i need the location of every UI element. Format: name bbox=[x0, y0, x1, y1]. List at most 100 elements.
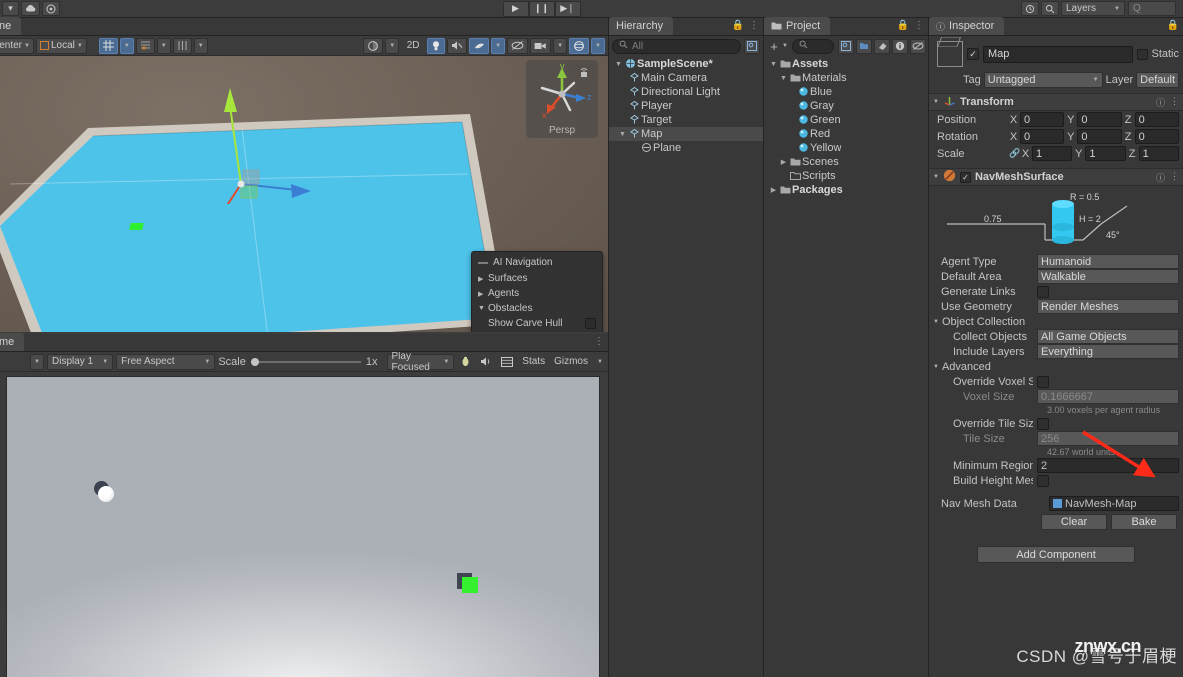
overlay-row-agents[interactable]: ▶ Agents bbox=[472, 286, 602, 301]
drag-handle-icon[interactable] bbox=[478, 261, 488, 264]
project-item-yellow[interactable]: Yellow bbox=[764, 141, 928, 155]
frame-debugger-icon[interactable] bbox=[498, 354, 516, 370]
layout-dropdown[interactable]: Q bbox=[1128, 1, 1176, 16]
clear-button[interactable]: Clear bbox=[1041, 514, 1107, 530]
overlay-row-carve-hull[interactable]: Show Carve Hull bbox=[472, 316, 602, 331]
hierarchy-item-map[interactable]: ▼ Map bbox=[609, 127, 763, 141]
position-z-input[interactable]: 0 bbox=[1134, 112, 1179, 127]
display-dropdown[interactable]: Display 1 ▼ bbox=[47, 353, 114, 370]
static-checkbox[interactable] bbox=[1137, 48, 1149, 60]
object-collection-foldout[interactable]: ▼ Object Collection bbox=[929, 314, 1183, 329]
generate-links-checkbox[interactable] bbox=[1037, 285, 1049, 298]
project-saved-search-icon[interactable] bbox=[838, 38, 854, 54]
layer-dropdown[interactable]: Default bbox=[1136, 72, 1179, 88]
tab-hierarchy[interactable]: Hierarchy bbox=[609, 17, 674, 35]
gizmos-dropdown[interactable]: ▼ bbox=[591, 37, 605, 54]
hierarchy-item-player[interactable]: Player bbox=[609, 99, 763, 113]
step-button[interactable]: ▶❘ bbox=[554, 0, 581, 17]
collect-objects-dropdown[interactable]: All Game Objects bbox=[1037, 329, 1179, 344]
tab-scene[interactable]: ne bbox=[0, 17, 22, 35]
bake-button[interactable]: Bake bbox=[1111, 514, 1177, 530]
tag-dropdown[interactable]: Untagged ▼ bbox=[983, 72, 1103, 88]
gameobject-enabled-checkbox[interactable]: ✓ bbox=[967, 48, 979, 60]
hierarchy-item-plane[interactable]: Plane bbox=[609, 141, 763, 155]
pause-button[interactable]: ❙❙ bbox=[528, 0, 555, 17]
scale-z-input[interactable]: 1 bbox=[1138, 146, 1179, 161]
info-icon[interactable]: ⓘ bbox=[1156, 171, 1165, 184]
hierarchy-item-samplescene[interactable]: ▼ SampleScene* bbox=[609, 57, 763, 71]
build-height-checkbox[interactable] bbox=[1037, 474, 1049, 487]
cloud-icon[interactable] bbox=[21, 1, 40, 16]
show-carve-hull-checkbox[interactable] bbox=[585, 318, 596, 329]
play-button[interactable]: ▶ bbox=[502, 0, 529, 17]
min-region-input[interactable]: 2 bbox=[1037, 458, 1179, 473]
chevron-down-icon[interactable]: ▼ bbox=[933, 364, 939, 370]
hidden-icon[interactable] bbox=[910, 38, 926, 54]
transform-component-header[interactable]: ▼ Transform ⓘ ⋮ bbox=[929, 93, 1183, 111]
account-dropdown[interactable]: ▾ bbox=[2, 1, 19, 16]
aspect-dropdown[interactable]: Free Aspect ▼ bbox=[116, 353, 216, 370]
kebab-menu-icon[interactable]: ⋮ bbox=[749, 20, 759, 31]
pivot-mode-dropdown[interactable]: Center ▼ bbox=[0, 37, 34, 54]
include-layers-dropdown[interactable]: Everything bbox=[1037, 344, 1179, 359]
project-item-materials[interactable]: ▼ Materials bbox=[764, 71, 928, 85]
game-viewport[interactable] bbox=[6, 376, 600, 677]
project-item-red[interactable]: Red bbox=[764, 127, 928, 141]
audio-icon[interactable] bbox=[477, 354, 495, 370]
scene-camera-dropdown[interactable]: ▼ bbox=[553, 37, 568, 54]
position-x-input[interactable]: 0 bbox=[1020, 112, 1065, 127]
grid-visibility-dropdown[interactable]: ▼ bbox=[193, 37, 208, 54]
hierarchy-item-directional-light[interactable]: Directional Light bbox=[609, 85, 763, 99]
info-icon[interactable]: ⓘ bbox=[1156, 96, 1165, 109]
rotation-z-input[interactable]: 0 bbox=[1134, 129, 1179, 144]
scene-camera-icon[interactable] bbox=[530, 37, 552, 54]
chevron-right-icon[interactable]: ▶ bbox=[778, 158, 789, 166]
chevron-down-icon[interactable]: ▼ bbox=[933, 174, 939, 180]
eraser-icon[interactable] bbox=[874, 38, 890, 54]
project-item-gray[interactable]: Gray bbox=[764, 99, 928, 113]
scale-y-input[interactable]: 1 bbox=[1085, 146, 1126, 161]
tab-inspector[interactable]: ⓘ Inspector bbox=[929, 17, 1005, 35]
project-item-assets[interactable]: ▼ Assets bbox=[764, 57, 928, 71]
layers-dropdown[interactable]: Layers ▼ bbox=[1061, 1, 1125, 16]
chevron-down-icon[interactable]: ▼ bbox=[617, 131, 628, 138]
scale-slider-knob[interactable] bbox=[250, 357, 259, 366]
scale-x-input[interactable]: 1 bbox=[1032, 146, 1073, 161]
overlay-row-surfaces[interactable]: ▶ Surfaces bbox=[472, 271, 602, 286]
game-tabbar-menu[interactable]: ⋮ bbox=[594, 336, 604, 347]
preset-icon[interactable]: ⋮ bbox=[1170, 96, 1179, 109]
game-target-dropdown[interactable]: ▼ bbox=[30, 353, 44, 370]
effects-dropdown[interactable]: ▼ bbox=[491, 37, 506, 54]
move-gizmo[interactable] bbox=[175, 74, 325, 204]
project-item-green[interactable]: Green bbox=[764, 113, 928, 127]
lighting-icon[interactable] bbox=[427, 37, 446, 54]
scale-link-icon[interactable]: 🔗 bbox=[1009, 148, 1020, 159]
project-item-scenes[interactable]: ▶ Scenes bbox=[764, 155, 928, 169]
audio-mute-icon[interactable] bbox=[447, 37, 468, 54]
navmesh-data-field[interactable]: NavMesh-Map bbox=[1049, 496, 1179, 511]
scale-slider[interactable] bbox=[250, 357, 361, 366]
static-toggle[interactable]: Static bbox=[1137, 48, 1179, 60]
gizmos-icon[interactable] bbox=[569, 37, 590, 54]
stats-button[interactable]: Stats bbox=[519, 354, 548, 370]
chevron-down-icon[interactable]: ▼ bbox=[933, 99, 939, 105]
hidden-objects-icon[interactable] bbox=[507, 37, 529, 54]
chevron-down-icon[interactable]: ▼ bbox=[613, 61, 624, 68]
search-icon[interactable] bbox=[1041, 1, 1059, 16]
hierarchy-filter-icon[interactable] bbox=[744, 38, 760, 54]
project-add-button[interactable]: + bbox=[766, 39, 782, 54]
override-tile-checkbox[interactable] bbox=[1037, 417, 1049, 430]
snap-increment-icon[interactable] bbox=[135, 37, 155, 54]
rotation-y-input[interactable]: 0 bbox=[1077, 129, 1122, 144]
gizmos-dropdown[interactable]: ▼ bbox=[594, 354, 606, 370]
overlay-row-obstacles[interactable]: ▼ Obstacles bbox=[472, 301, 602, 316]
add-component-button[interactable]: Add Component bbox=[977, 546, 1135, 563]
rotation-x-input[interactable]: 0 bbox=[1020, 129, 1065, 144]
scene-viewport[interactable]: y z x Persp AI Navigation ▶ Surfaces ▶ A… bbox=[0, 56, 608, 332]
chevron-down-icon[interactable]: ▼ bbox=[782, 43, 788, 49]
hierarchy-item-target[interactable]: Target bbox=[609, 113, 763, 127]
chevron-down-icon[interactable]: ▼ bbox=[778, 75, 789, 82]
handle-space-dropdown[interactable]: Local ▼ bbox=[35, 37, 87, 54]
navmesh-enabled-checkbox[interactable]: ✓ bbox=[959, 171, 971, 183]
play-mode-dropdown[interactable]: Play Focused ▼ bbox=[386, 351, 455, 373]
